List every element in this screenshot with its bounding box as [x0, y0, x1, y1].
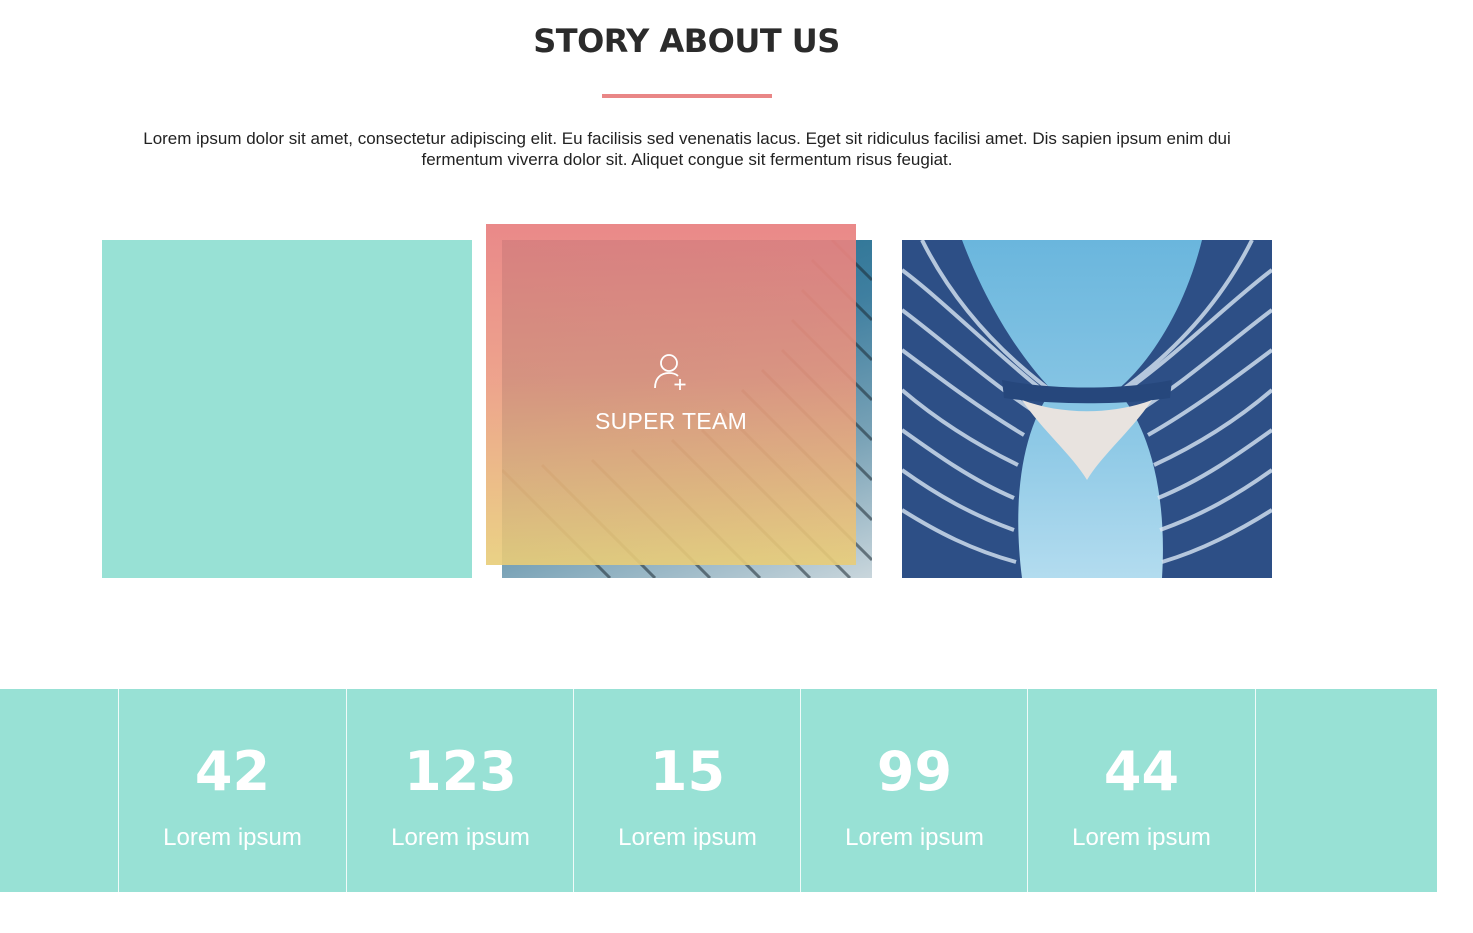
stat-item: 15 Lorem ipsum: [574, 689, 801, 892]
super-team-overlay[interactable]: SUPER TEAM: [486, 224, 856, 565]
title-underline: [602, 94, 772, 98]
overlay-label: SUPER TEAM: [594, 408, 748, 434]
stat-label: Lorem ipsum: [618, 824, 757, 851]
stat-item: 99 Lorem ipsum: [801, 689, 1028, 892]
stat-item: 44 Lorem ipsum: [1028, 689, 1255, 892]
stat-value: 15: [649, 740, 726, 803]
stat-label: Lorem ipsum: [845, 824, 984, 851]
stat-value: 123: [404, 740, 517, 803]
section-title: STORY ABOUT US: [533, 22, 840, 60]
stat-value: 44: [1103, 740, 1180, 803]
building-photo-card[interactable]: [902, 240, 1272, 578]
stat-item: 42 Lorem ipsum: [119, 689, 346, 892]
add-user-icon: [654, 354, 686, 390]
stat-value: 42: [194, 740, 271, 803]
intro-text: Lorem ipsum dolor sit amet, consectetur …: [143, 129, 1231, 169]
stat-label: Lorem ipsum: [163, 824, 302, 851]
mint-card[interactable]: [102, 240, 472, 578]
building-photo: [902, 240, 1272, 578]
stat-label: Lorem ipsum: [1072, 824, 1211, 851]
stat-label: Lorem ipsum: [391, 824, 530, 851]
stat-divider: [1255, 689, 1256, 892]
stat-item: 123 Lorem ipsum: [347, 689, 574, 892]
stats-strip: 42 Lorem ipsum 123 Lorem ipsum 15 Lorem …: [0, 689, 1437, 892]
stat-value: 99: [876, 740, 953, 803]
